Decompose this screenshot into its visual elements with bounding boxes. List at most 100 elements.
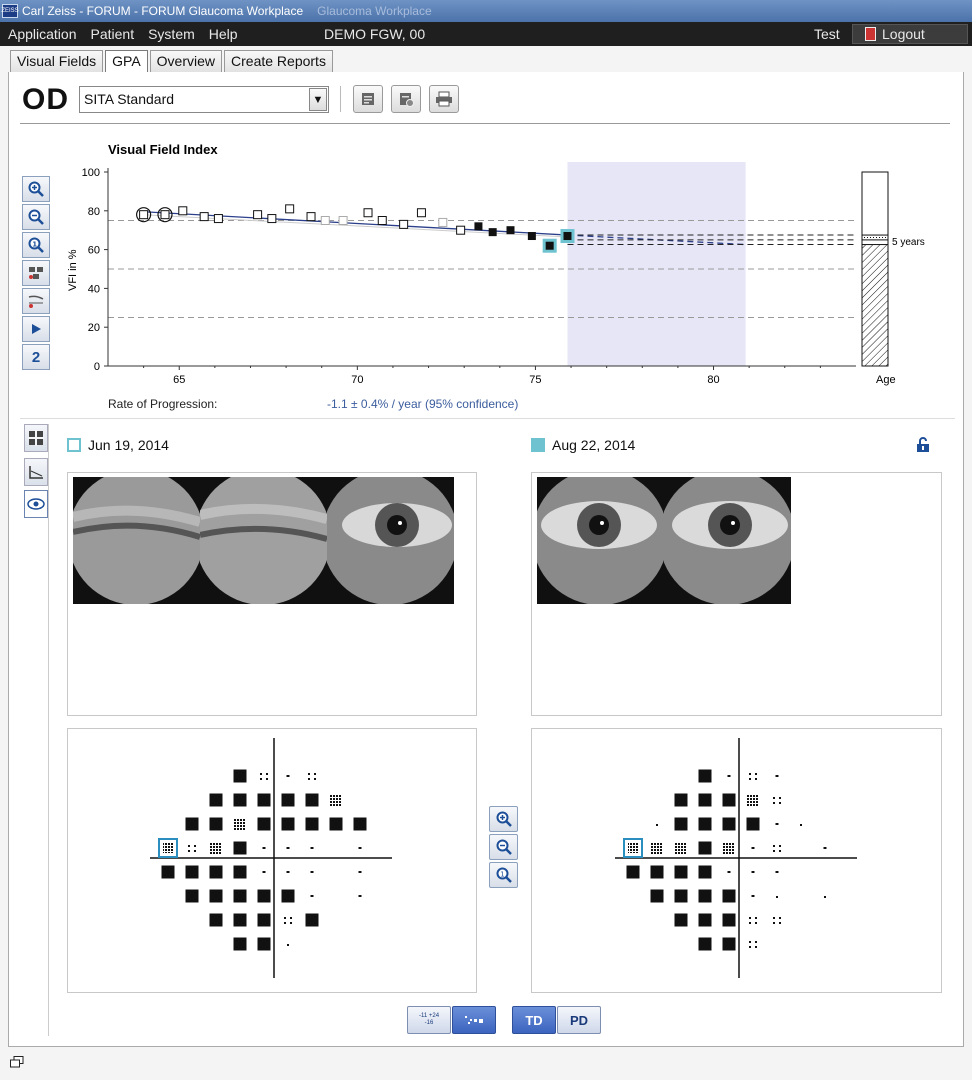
map-symbol xyxy=(305,793,319,807)
exam-header-1[interactable]: Jun 19, 2014 xyxy=(67,437,169,453)
data-point-open xyxy=(285,204,295,214)
exam-count: 2 xyxy=(31,348,41,366)
x-tick-label: 75 xyxy=(529,374,541,386)
print-button[interactable] xyxy=(429,85,459,113)
td-button[interactable]: TD xyxy=(512,1006,556,1034)
projection-label: 5 years xyxy=(892,237,925,248)
eye-view-button[interactable] xyxy=(24,490,48,518)
zoom-reset-icon: 1 xyxy=(496,867,512,883)
symbols-view-button[interactable] xyxy=(452,1006,496,1034)
data-point-excluded xyxy=(320,216,330,225)
map-symbol xyxy=(257,889,271,903)
map-symbol xyxy=(281,817,295,831)
map-zoom-out-button[interactable] xyxy=(489,834,518,860)
map-symbol xyxy=(281,889,295,903)
data-point-open xyxy=(363,208,373,218)
map-symbol xyxy=(727,775,731,777)
tab-gpa[interactable]: GPA xyxy=(105,50,148,73)
map-symbol xyxy=(257,817,271,831)
eye-image-closed-1[interactable] xyxy=(73,477,200,604)
data-point-open xyxy=(213,214,223,224)
map-symbol xyxy=(358,847,362,849)
gpa-layout-icon xyxy=(28,430,44,446)
map-symbol xyxy=(185,889,199,903)
trend-settings-icon xyxy=(28,295,44,308)
logout-label: Logout xyxy=(882,26,925,42)
series-settings-button[interactable] xyxy=(22,260,50,286)
map-symbol xyxy=(286,775,290,777)
map-symbol xyxy=(674,865,688,879)
map-symbol xyxy=(698,913,712,927)
exam-marker-open xyxy=(67,438,81,452)
chevron-down-icon[interactable]: ▼ xyxy=(309,88,327,111)
data-point-excluded xyxy=(338,216,348,225)
gpa-layout-button[interactable] xyxy=(24,424,48,452)
map-symbol xyxy=(698,889,712,903)
map-symbol xyxy=(800,824,802,826)
map-symbol xyxy=(233,937,247,951)
exam-count-button[interactable]: 2 xyxy=(22,344,50,370)
toolbar-divider xyxy=(20,123,950,124)
map-symbol xyxy=(656,824,658,826)
map-zoom-reset-button[interactable]: 1 xyxy=(489,862,518,888)
zoom-reset-button[interactable]: 1 xyxy=(22,232,50,258)
baseline-square xyxy=(160,210,170,220)
data-point-filled xyxy=(488,228,497,237)
logout-button[interactable]: Logout xyxy=(852,24,968,44)
eye-image-open-3[interactable] xyxy=(664,477,791,604)
map-symbol xyxy=(233,769,247,783)
svg-text:1: 1 xyxy=(32,241,37,249)
tab-overview[interactable]: Overview xyxy=(149,50,223,72)
map-symbol xyxy=(775,871,779,873)
exam-header-2[interactable]: Aug 22, 2014 xyxy=(531,437,635,453)
zoom-out-button[interactable] xyxy=(22,204,50,230)
pd-button[interactable]: PD xyxy=(557,1006,601,1034)
map-symbol xyxy=(233,913,247,927)
eye-image-open-2[interactable] xyxy=(537,477,664,604)
map-symbol xyxy=(727,871,731,873)
map-symbol xyxy=(257,793,271,807)
zoom-in-icon xyxy=(496,811,512,827)
strategy-select[interactable]: SITA Standard ▼ xyxy=(79,86,329,113)
age-bar-dotted xyxy=(861,234,889,241)
menu-system[interactable]: System xyxy=(148,26,195,42)
map-zoom-in-button[interactable] xyxy=(489,806,518,832)
tab-bar: Visual Fields GPA Overview Create Report… xyxy=(10,50,333,73)
rate-label: Rate of Progression: xyxy=(108,397,218,411)
deviation-map-1 xyxy=(150,738,392,978)
eye-image-open-1[interactable] xyxy=(327,477,454,604)
menu-application[interactable]: Application xyxy=(8,26,77,42)
map-symbol xyxy=(747,794,759,806)
map-symbol xyxy=(310,871,314,873)
values-view-button[interactable]: -11 +24 -16 xyxy=(407,1006,451,1034)
zoom-in-button[interactable] xyxy=(22,176,50,202)
restore-windows-icon[interactable] xyxy=(10,1056,24,1068)
data-point-open xyxy=(267,214,277,224)
menu-help[interactable]: Help xyxy=(209,26,238,42)
unlock-icon[interactable] xyxy=(915,437,931,453)
exam-marker-filled xyxy=(531,438,545,452)
map-symbol xyxy=(262,871,266,873)
map-symbol xyxy=(260,773,268,780)
report-settings-button[interactable] xyxy=(391,85,421,113)
trend-settings-button[interactable] xyxy=(22,288,50,314)
map-symbol xyxy=(257,913,271,927)
map-symbol xyxy=(722,793,736,807)
baseline-square xyxy=(139,210,149,220)
map-symbol xyxy=(358,871,362,873)
map-symbol xyxy=(233,841,247,855)
tab-visual-fields[interactable]: Visual Fields xyxy=(10,50,104,72)
eye-view-icon xyxy=(27,498,45,510)
map-symbol xyxy=(287,944,289,946)
play-button[interactable] xyxy=(22,316,50,342)
map-symbol xyxy=(257,937,271,951)
tab-create-reports[interactable]: Create Reports xyxy=(224,50,333,72)
trend-chart-button[interactable] xyxy=(24,458,48,486)
map-symbol xyxy=(751,895,755,897)
report-button[interactable] xyxy=(353,85,383,113)
map-symbol xyxy=(305,817,319,831)
map-symbol xyxy=(209,889,223,903)
eye-image-closed-2[interactable] xyxy=(200,477,327,604)
menu-patient[interactable]: Patient xyxy=(91,26,135,42)
map-symbol xyxy=(746,817,760,831)
